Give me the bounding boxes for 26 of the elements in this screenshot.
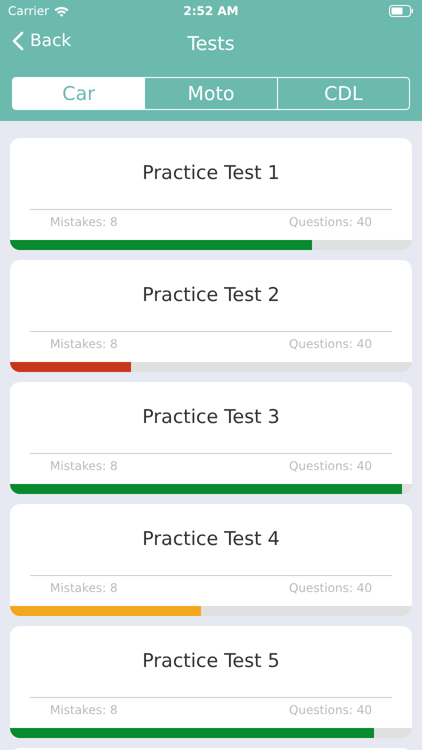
questions-count: Questions: 40 <box>288 581 372 597</box>
screen-title: Tests <box>187 33 235 55</box>
test-card[interactable]: Practice Test 4 Mistakes: 8 Questions: 40 <box>10 504 412 616</box>
mistakes-count: Mistakes: 8 <box>50 459 118 475</box>
mistakes-count: Mistakes: 8 <box>50 581 118 597</box>
mistakes-count: Mistakes: 8 <box>50 337 118 353</box>
test-title: Practice Test 3 <box>30 382 392 454</box>
questions-count: Questions: 40 <box>288 703 372 719</box>
carrier-label: Carrier <box>8 4 50 18</box>
test-card[interactable]: Practice Test 2 Mistakes: 8 Questions: 40 <box>10 260 412 372</box>
test-title: Practice Test 4 <box>30 504 392 576</box>
status-time: 2:52 AM <box>183 4 239 18</box>
questions-count: Questions: 40 <box>288 459 372 475</box>
test-title: Practice Test 2 <box>30 260 392 332</box>
mistakes-count: Mistakes: 8 <box>50 215 118 231</box>
test-card[interactable]: Practice Test 5 Mistakes: 8 Questions: 40 <box>10 626 412 738</box>
questions-count: Questions: 40 <box>288 215 372 231</box>
test-card[interactable]: Practice Test 3 Mistakes: 8 Questions: 40 <box>10 382 412 494</box>
test-title: Practice Test 1 <box>30 138 392 210</box>
questions-count: Questions: 40 <box>288 337 372 353</box>
test-card[interactable]: Practice Test 1 Mistakes: 8 Questions: 40 <box>10 138 412 250</box>
mistakes-count: Mistakes: 8 <box>50 703 118 719</box>
battery-icon <box>388 5 414 17</box>
test-title: Practice Test 5 <box>30 626 392 698</box>
wifi-icon <box>54 6 70 16</box>
chevron-left-icon <box>12 31 24 51</box>
